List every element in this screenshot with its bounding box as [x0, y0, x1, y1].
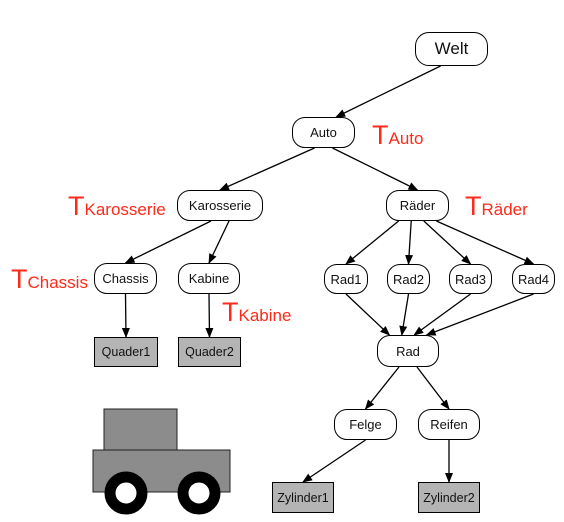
node-zylinder1[interactable]: Zylinder1: [272, 482, 334, 513]
edge-rad-to-felge: [364, 366, 400, 410]
node-chassis[interactable]: Chassis: [94, 263, 157, 294]
edge-felge-to-zylinder1: [302, 439, 366, 483]
node-welt[interactable]: Welt: [415, 32, 488, 66]
transform-label-chassis: TChassis: [11, 266, 88, 293]
node-rad4[interactable]: Rad4: [512, 264, 555, 294]
edge-raeder-to-rad3: [423, 220, 472, 265]
car-cabin: [103, 408, 178, 451]
node-kabine[interactable]: Kabine: [178, 263, 240, 294]
node-rad[interactable]: Rad: [377, 335, 439, 367]
car-illustration: [92, 408, 231, 515]
car-front-wheel: [104, 471, 148, 515]
transform-subscript: Kabine: [238, 306, 292, 325]
edge-layer: [92, 65, 535, 515]
edge-kabine-to-quader2: [205, 293, 214, 338]
node-quader1[interactable]: Quader1: [94, 337, 158, 367]
transform-symbol: T: [372, 120, 389, 150]
node-rad3[interactable]: Rad3: [449, 264, 492, 294]
edge-raeder-to-rad2: [405, 220, 414, 265]
transform-symbol: T: [465, 191, 482, 221]
scene-graph-diagram: Welt Auto Karosserie Räder Chassis Kabin…: [0, 0, 564, 522]
edge-chassis-to-quader1: [121, 293, 130, 338]
node-felge[interactable]: Felge: [334, 409, 397, 440]
edge-rad2-to-rad: [399, 293, 410, 336]
transform-symbol: T: [68, 191, 85, 221]
transform-label-karosserie: TKarosserie: [68, 193, 166, 220]
node-rad2[interactable]: Rad2: [387, 264, 430, 294]
transform-label-kabine: TKabine: [222, 299, 291, 326]
node-reifen[interactable]: Reifen: [418, 409, 480, 440]
edge-auto-to-raeder: [332, 147, 419, 191]
node-auto[interactable]: Auto: [292, 117, 355, 148]
edge-auto-to-karosserie: [219, 147, 315, 191]
edge-rad1-to-rad: [345, 293, 391, 336]
edge-raeder-to-rad4: [436, 220, 535, 265]
edge-karosserie-to-chassis: [124, 220, 212, 264]
edge-karosserie-to-kabine: [208, 220, 230, 264]
node-raeder[interactable]: Räder: [386, 190, 449, 221]
transform-subscript: Auto: [388, 129, 424, 148]
node-rad1[interactable]: Rad1: [324, 264, 368, 294]
transform-label-raeder: TRäder: [465, 193, 528, 220]
transform-subscript: Karosserie: [84, 200, 166, 219]
transform-label-auto: TAuto: [372, 122, 423, 149]
transform-symbol: T: [222, 297, 239, 327]
edge-rad-to-reifen: [416, 366, 450, 410]
transform-subscript: Chassis: [27, 273, 88, 292]
edge-raeder-to-rad1: [345, 220, 400, 265]
edge-welt-to-auto: [335, 65, 441, 118]
node-zylinder2[interactable]: Zylinder2: [418, 482, 480, 513]
transform-symbol: T: [11, 264, 28, 294]
car-rear-wheel: [177, 471, 221, 515]
node-karosserie[interactable]: Karosserie: [177, 190, 263, 221]
transform-subscript: Räder: [481, 200, 528, 219]
node-quader2[interactable]: Quader2: [178, 337, 241, 367]
